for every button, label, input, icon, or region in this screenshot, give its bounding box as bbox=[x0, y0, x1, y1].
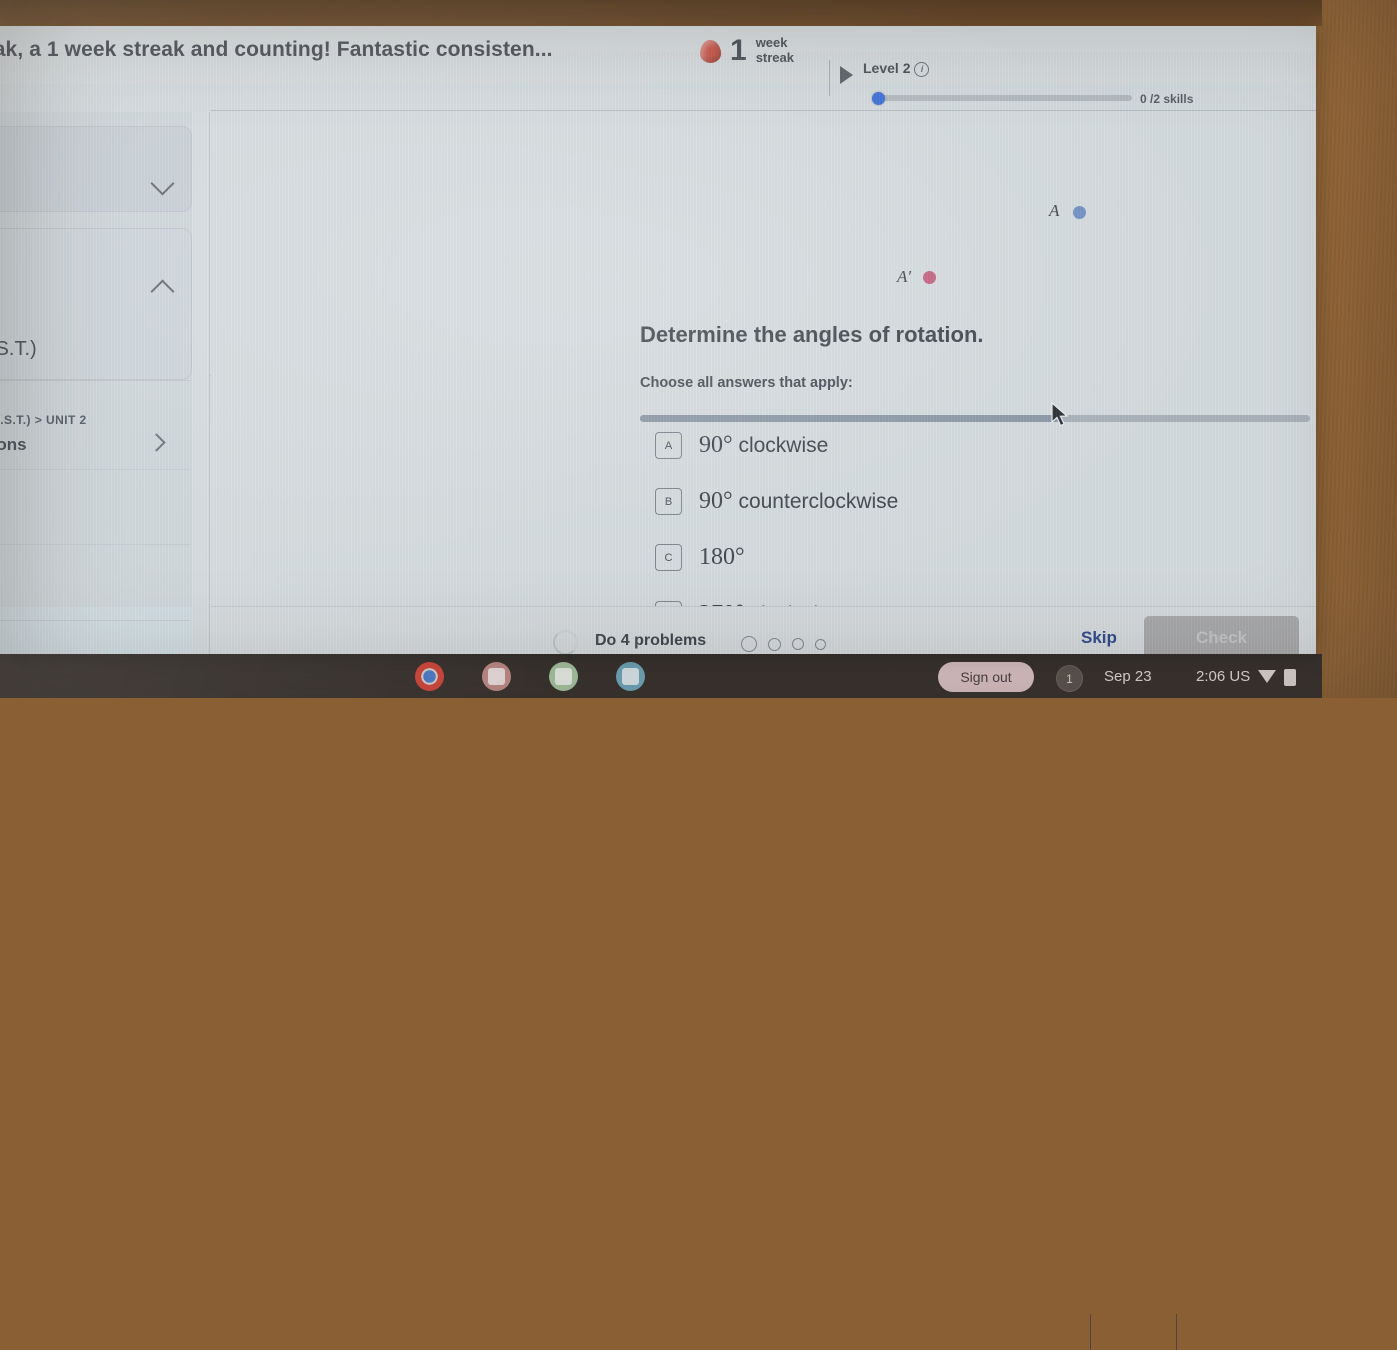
answer-choice-a[interactable]: A 90° clockwise bbox=[655, 432, 828, 459]
info-icon[interactable]: i bbox=[914, 62, 930, 77]
streak-label-line1: week bbox=[755, 35, 788, 51]
check-button[interactable]: Check bbox=[1144, 616, 1299, 654]
sign-out-button[interactable]: Sign out bbox=[938, 662, 1034, 692]
choice-key-c[interactable]: C bbox=[655, 544, 682, 571]
level-indicator[interactable]: Level 2i bbox=[840, 60, 930, 84]
notification-badge[interactable]: 1 bbox=[1056, 665, 1083, 692]
sidebar-divider bbox=[0, 469, 190, 470]
level-progress-track bbox=[872, 95, 1132, 101]
problem-progress-dots bbox=[741, 636, 826, 652]
level-progress bbox=[872, 92, 1142, 105]
battery-icon[interactable] bbox=[1284, 669, 1296, 686]
shelf-app-classroom-icon[interactable] bbox=[549, 662, 578, 691]
course-sidebar: .S.T.) .E.S.T.) > UNIT 2 tions s s basic… bbox=[0, 112, 192, 654]
shelf-app-slides-icon[interactable] bbox=[616, 662, 645, 691]
answer-choice-c[interactable]: C 180° bbox=[655, 544, 745, 571]
choice-unit-b: counterclockwise bbox=[732, 490, 899, 513]
progress-spinner-icon bbox=[553, 630, 578, 654]
monitor-bezel-top bbox=[0, 0, 1322, 26]
header-divider bbox=[829, 60, 830, 96]
horizontal-scrollbar-thumb[interactable] bbox=[640, 415, 1060, 422]
header-bottom-rule bbox=[210, 110, 1316, 111]
diagram-point-a-prime[interactable] bbox=[923, 271, 936, 284]
problem-dot bbox=[815, 638, 826, 650]
problem-dot bbox=[768, 637, 781, 651]
sidebar-divider bbox=[0, 544, 190, 545]
choice-key-a[interactable]: A bbox=[655, 432, 682, 459]
diagram-label-a: A bbox=[1049, 201, 1060, 220]
skills-count-label: 0 /2 skills bbox=[1140, 92, 1194, 106]
wifi-icon[interactable] bbox=[1258, 670, 1276, 683]
level-label-text: Level 2 bbox=[863, 60, 911, 76]
sign-out-label: Sign out bbox=[960, 669, 1012, 685]
sidebar-card-collapsed[interactable] bbox=[0, 126, 192, 212]
sidebar-divider bbox=[0, 620, 190, 621]
problem-dot bbox=[792, 638, 804, 650]
choice-label-b: 90° counterclockwise bbox=[699, 488, 898, 515]
flame-icon bbox=[699, 38, 722, 64]
shelf-divider bbox=[1176, 1314, 1177, 1350]
shelf-app-chrome-icon[interactable] bbox=[415, 662, 444, 691]
streak-message: eak, a 1 week streak and counting! Fanta… bbox=[0, 38, 553, 61]
answer-choice-b[interactable]: B 90° counterclockwise bbox=[655, 488, 898, 515]
sidebar-course-title: .S.T.) bbox=[0, 338, 37, 360]
choice-unit-a: clockwise bbox=[732, 434, 829, 457]
khan-academy-page: eak, a 1 week streak and counting! Fanta… bbox=[0, 26, 1316, 654]
sidebar-active-highlight bbox=[0, 607, 192, 654]
laptop-screen: eak, a 1 week streak and counting! Fanta… bbox=[0, 26, 1316, 654]
shelf-app-assistant-icon[interactable] bbox=[482, 662, 511, 691]
shelf-time-value: 2:06 bbox=[1196, 668, 1226, 685]
diagram-label-a-prime: A′ bbox=[897, 267, 912, 286]
choice-label-c: 180° bbox=[699, 544, 745, 571]
skip-button[interactable]: Skip bbox=[1081, 628, 1117, 648]
assistant-glyph bbox=[488, 668, 505, 685]
notification-count: 1 bbox=[1066, 671, 1073, 686]
question-subtitle: Choose all answers that apply: bbox=[640, 375, 853, 391]
level-progress-dot bbox=[872, 92, 885, 105]
choice-value-a: 90° bbox=[699, 432, 733, 458]
shelf-time-and-layout[interactable]: 2:06 US bbox=[1196, 668, 1250, 685]
classroom-glyph bbox=[555, 668, 572, 685]
play-triangle-icon[interactable] bbox=[840, 66, 853, 84]
diagram-point-a[interactable] bbox=[1073, 206, 1086, 219]
sidebar-breadcrumb: .E.S.T.) > UNIT 2 bbox=[0, 413, 87, 427]
choice-value-c: 180° bbox=[699, 544, 745, 570]
choice-value-b: 90° bbox=[699, 488, 733, 514]
shelf-date[interactable]: Sep 23 bbox=[1104, 668, 1152, 685]
chevron-up-icon[interactable] bbox=[150, 279, 175, 304]
level-label: Level 2i bbox=[863, 60, 930, 77]
streak-count: 1 bbox=[730, 34, 747, 67]
streak-indicator[interactable]: 1 week streak bbox=[699, 34, 794, 67]
chevron-right-icon[interactable] bbox=[147, 433, 166, 452]
choice-label-a: 90° clockwise bbox=[699, 432, 828, 459]
slides-glyph bbox=[622, 668, 639, 685]
shelf-divider bbox=[1090, 1314, 1091, 1350]
problems-remaining-label: Do 4 problems bbox=[595, 632, 707, 649]
problem-dot bbox=[741, 636, 757, 652]
sidebar-unit-name[interactable]: tions bbox=[0, 435, 27, 455]
check-button-label: Check bbox=[1195, 628, 1248, 647]
chevron-down-icon[interactable] bbox=[150, 171, 175, 196]
shelf-keyboard-layout: US bbox=[1229, 668, 1251, 685]
choice-key-b[interactable]: B bbox=[655, 488, 682, 515]
question-title: Determine the angles of rotation. bbox=[640, 322, 984, 347]
streak-label: week streak bbox=[756, 36, 794, 65]
streak-label-line2: streak bbox=[755, 50, 794, 65]
sidebar-card-separator bbox=[0, 380, 190, 381]
exercise-header: eak, a 1 week streak and counting! Fanta… bbox=[0, 26, 1316, 111]
exercise-content: A A′ Determine the angles of rotation. C… bbox=[211, 112, 1316, 628]
